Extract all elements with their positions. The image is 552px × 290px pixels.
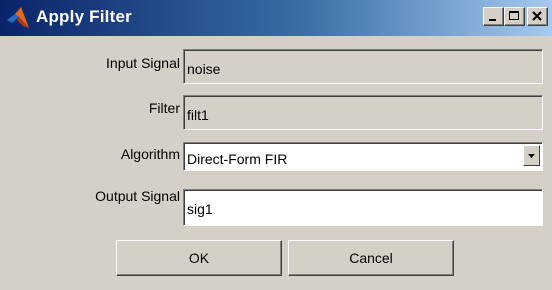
- input-signal-field: noise: [183, 49, 543, 84]
- maximize-icon: [509, 11, 519, 20]
- close-icon: [532, 11, 542, 21]
- apply-filter-dialog: Apply Filter Input Signal noise Filter f…: [0, 0, 552, 290]
- output-signal-input[interactable]: sig1: [183, 189, 543, 226]
- chevron-down-icon: [528, 154, 535, 158]
- filter-label: Filter: [148, 100, 180, 116]
- output-signal-value: sig1: [187, 201, 213, 217]
- filter-value: filt1: [187, 107, 209, 123]
- minimize-button[interactable]: [483, 7, 504, 26]
- output-signal-label: Output Signal: [95, 188, 180, 204]
- algorithm-value: Direct-Form FIR: [187, 151, 288, 167]
- ok-button-label: OK: [188, 250, 210, 266]
- title-bar[interactable]: Apply Filter: [0, 0, 552, 36]
- algorithm-dropdown-button[interactable]: [523, 145, 540, 166]
- input-signal-value: noise: [187, 61, 221, 77]
- algorithm-dropdown[interactable]: Direct-Form FIR: [183, 142, 543, 171]
- filter-field: filt1: [183, 95, 543, 130]
- ok-button[interactable]: OK: [116, 240, 282, 276]
- window-title: Apply Filter: [36, 7, 132, 26]
- algorithm-label: Algorithm: [120, 146, 180, 162]
- cancel-button-label: Cancel: [349, 250, 393, 266]
- matlab-logo-icon: [7, 7, 29, 28]
- close-button[interactable]: [527, 7, 548, 26]
- cancel-button[interactable]: Cancel: [288, 240, 454, 276]
- input-signal-label: Input Signal: [106, 55, 180, 71]
- maximize-button[interactable]: [504, 7, 525, 26]
- minimize-icon: [489, 19, 496, 21]
